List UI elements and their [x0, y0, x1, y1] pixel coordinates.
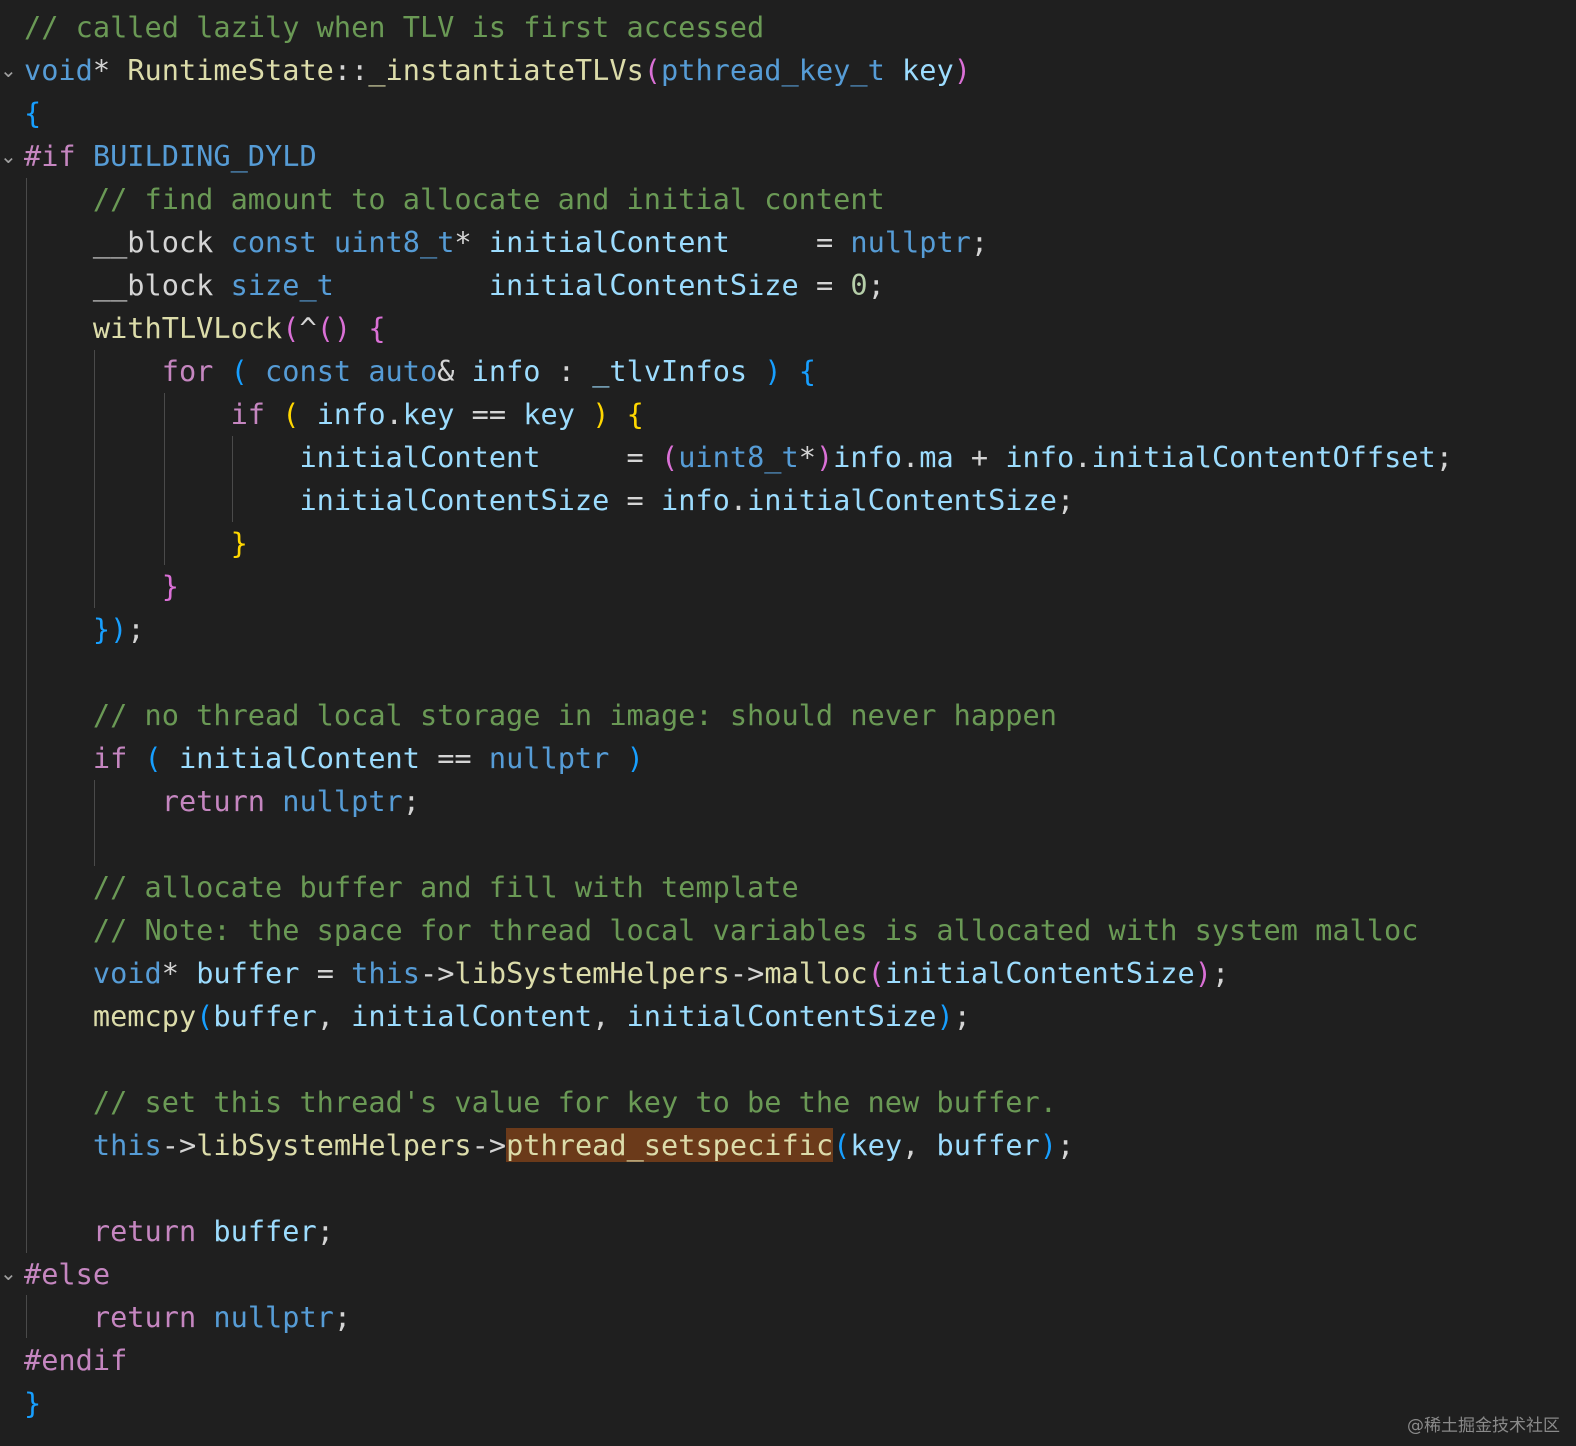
- code-line[interactable]: #if BUILDING_DYLD: [24, 135, 1453, 178]
- code-line[interactable]: [24, 823, 1453, 866]
- watermark: @稀土掘金技术社区: [1407, 1416, 1560, 1436]
- code-line[interactable]: return nullptr;: [24, 780, 1453, 823]
- code-line[interactable]: __block size_t initialContentSize = 0;: [24, 264, 1453, 307]
- code-line[interactable]: // set this thread's value for key to be…: [24, 1081, 1453, 1124]
- code-area[interactable]: // called lazily when TLV is first acces…: [24, 6, 1453, 1425]
- code-line[interactable]: initialContentSize = info.initialContent…: [24, 479, 1453, 522]
- fold-chevron-icon[interactable]: ⌄: [0, 49, 17, 92]
- code-line[interactable]: // find amount to allocate and initial c…: [24, 178, 1453, 221]
- code-line[interactable]: }: [24, 522, 1453, 565]
- code-line[interactable]: [24, 1038, 1453, 1081]
- code-line[interactable]: [24, 1167, 1453, 1210]
- code-line[interactable]: // called lazily when TLV is first acces…: [24, 6, 1453, 49]
- code-line[interactable]: withTLVLock(^() {: [24, 307, 1453, 350]
- fold-chevron-icon[interactable]: ⌄: [0, 1252, 17, 1295]
- code-line[interactable]: return buffer;: [24, 1210, 1453, 1253]
- code-line[interactable]: return nullptr;: [24, 1296, 1453, 1339]
- code-line[interactable]: this->libSystemHelpers->pthread_setspeci…: [24, 1124, 1453, 1167]
- code-line[interactable]: [24, 651, 1453, 694]
- code-line[interactable]: }: [24, 1382, 1453, 1425]
- code-line[interactable]: initialContent = (uint8_t*)info.ma + inf…: [24, 436, 1453, 479]
- selection-highlight: pthread_setspecific: [506, 1128, 834, 1162]
- code-line[interactable]: __block const uint8_t* initialContent = …: [24, 221, 1453, 264]
- code-line[interactable]: for ( const auto& info : _tlvInfos ) {: [24, 350, 1453, 393]
- fold-chevron-icon[interactable]: ⌄: [0, 135, 17, 178]
- code-editor[interactable]: ⌄ ⌄ ⌄ // called lazily when TLV is first…: [0, 0, 1576, 1446]
- code-line[interactable]: {: [24, 92, 1453, 135]
- code-line[interactable]: if ( initialContent == nullptr ): [24, 737, 1453, 780]
- code-line[interactable]: });: [24, 608, 1453, 651]
- code-line[interactable]: }: [24, 565, 1453, 608]
- code-line[interactable]: #endif: [24, 1339, 1453, 1382]
- code-line[interactable]: // allocate buffer and fill with templat…: [24, 866, 1453, 909]
- code-line[interactable]: #else: [24, 1253, 1453, 1296]
- code-line[interactable]: if ( info.key == key ) {: [24, 393, 1453, 436]
- code-line[interactable]: void* RuntimeState::_instantiateTLVs(pth…: [24, 49, 1453, 92]
- code-line[interactable]: void* buffer = this->libSystemHelpers->m…: [24, 952, 1453, 995]
- code-line[interactable]: // Note: the space for thread local vari…: [24, 909, 1453, 952]
- code-line[interactable]: // no thread local storage in image: sho…: [24, 694, 1453, 737]
- code-line[interactable]: memcpy(buffer, initialContent, initialCo…: [24, 995, 1453, 1038]
